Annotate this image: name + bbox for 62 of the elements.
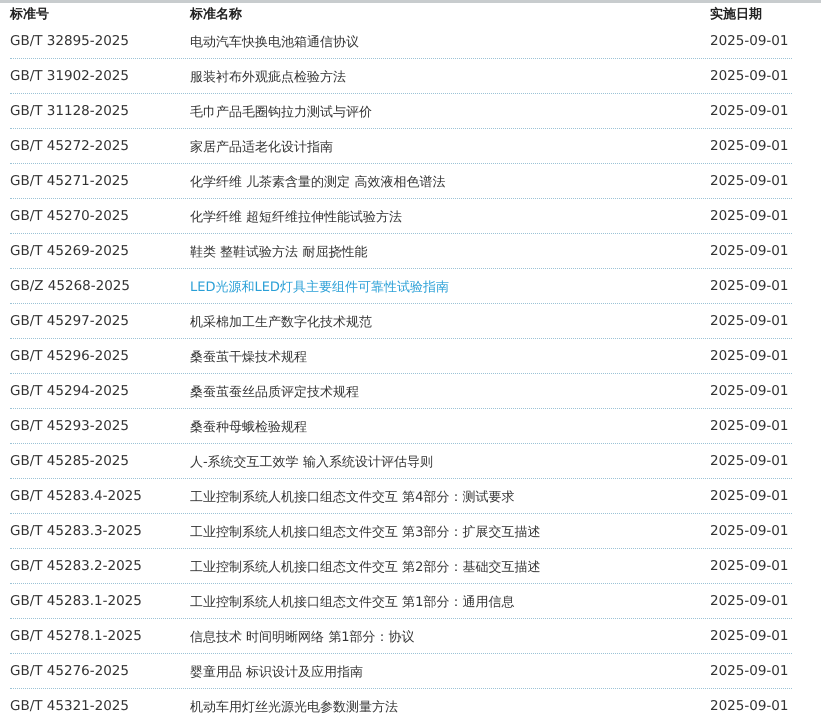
table-cell-text: GB/T 45283.4-2025 (10, 488, 143, 504)
table-cell-text: GB/T 45297-2025 (10, 313, 130, 329)
standard-link[interactable]: 工业控制系统人机接口组态文件交互 第2部分：基础交互描述 (190, 560, 540, 575)
standard-link[interactable]: 桑蚕茧蚕丝品质评定技术规程 (190, 385, 359, 400)
table-cell-text: 2025-09-01 (710, 138, 790, 154)
table-cell-text: GB/T 31128-2025 (10, 103, 130, 119)
standard-link[interactable]: 毛巾产品毛圈钩拉力测试与评价 (190, 105, 372, 120)
table-cell-text: 2025-09-01 (710, 628, 790, 644)
standard-link[interactable]: 机动车用灯丝光源光电参数测量方法 (190, 700, 398, 715)
table-cell-text: 2025-09-01 (710, 68, 790, 84)
standard-link[interactable]: 信息技术 时间明晰网络 第1部分：协议 (190, 630, 415, 645)
table-cell-text: 2025-09-01 (710, 453, 790, 469)
table-cell-text: 2025-09-01 (710, 33, 790, 49)
table-cell-text: 2025-09-01 (710, 663, 790, 679)
table-cell-text: 2025-09-01 (710, 313, 790, 329)
table-cell-text: GB/T 45293-2025 (10, 418, 130, 434)
table-cell-text: 2025-09-01 (710, 173, 790, 189)
standard-link[interactable]: 工业控制系统人机接口组态文件交互 第3部分：扩展交互描述 (190, 525, 540, 540)
table-cell-text: 2025-09-01 (710, 593, 790, 609)
standard-link[interactable]: 桑蚕茧干燥技术规程 (190, 350, 307, 365)
table-cell-text: GB/Z 45268-2025 (10, 278, 131, 294)
table-cell-text: GB/T 45285-2025 (10, 453, 130, 469)
table-cell-text: 2025-09-01 (710, 558, 790, 574)
table-cell-text: 2025-09-01 (710, 278, 790, 294)
table-cell-text: 2025-09-01 (710, 208, 790, 224)
standard-link[interactable]: 电动汽车快换电池箱通信协议 (190, 35, 359, 50)
table-cell-text: GB/T 45283.3-2025 (10, 523, 143, 539)
table-cell-text: GB/T 45296-2025 (10, 348, 130, 364)
table-cell-text: GB/T 45271-2025 (10, 173, 130, 189)
table-cell-text: GB/T 45272-2025 (10, 138, 130, 154)
table-cell-text: GB/T 31902-2025 (10, 68, 130, 84)
table-cell-text: GB/T 45283.2-2025 (10, 558, 143, 574)
table-cell-text: 2025-09-01 (710, 383, 790, 399)
standard-link[interactable]: 服装衬布外观疵点检验方法 (190, 70, 346, 85)
column-header: 标准名称 (190, 6, 243, 22)
standard-link[interactable]: 化学纤维 儿茶素含量的测定 高效液相色谱法 (190, 175, 446, 190)
standard-link[interactable]: 人-系统交互工效学 输入系统设计评估导则 (190, 455, 433, 470)
table-cell-text: 2025-09-01 (710, 698, 790, 714)
table-cell-text: 2025-09-01 (710, 103, 790, 119)
table-cell-text: GB/T 45270-2025 (10, 208, 130, 224)
table-cell-text: GB/T 32895-2025 (10, 33, 130, 49)
standard-link[interactable]: 婴童用品 标识设计及应用指南 (190, 665, 364, 680)
standard-link[interactable]: 化学纤维 超短纤维拉伸性能试验方法 (190, 210, 402, 225)
table-cell-text: GB/T 45283.1-2025 (10, 593, 143, 609)
table-cell-text: 2025-09-01 (710, 488, 790, 504)
table-cell-text: GB/T 45321-2025 (10, 698, 130, 714)
table-cell-text: 2025-09-01 (710, 523, 790, 539)
standard-link[interactable]: 工业控制系统人机接口组态文件交互 第4部分：测试要求 (190, 490, 514, 505)
standard-link[interactable]: 家居产品适老化设计指南 (190, 140, 333, 155)
standard-link[interactable]: 工业控制系统人机接口组态文件交互 第1部分：通用信息 (190, 595, 514, 610)
table-cell-text: 2025-09-01 (710, 348, 790, 364)
table-cell-text: GB/T 45278.1-2025 (10, 628, 143, 644)
table-cell-text: 2025-09-01 (710, 418, 790, 434)
table-cell-text: GB/T 45276-2025 (10, 663, 130, 679)
column-header: 标准号 (10, 6, 50, 22)
table-cell-text: GB/T 45294-2025 (10, 383, 130, 399)
column-header: 实施日期 (710, 6, 763, 22)
standard-link[interactable]: 机采棉加工生产数字化技术规范 (190, 315, 372, 330)
table-cell-text: GB/T 45269-2025 (10, 243, 130, 259)
table-cell-text: 2025-09-01 (710, 243, 790, 259)
standard-link[interactable]: 桑蚕种母蛾检验规程 (190, 420, 307, 435)
standard-link[interactable]: 鞋类 整鞋试验方法 耐屈挠性能 (190, 245, 368, 260)
